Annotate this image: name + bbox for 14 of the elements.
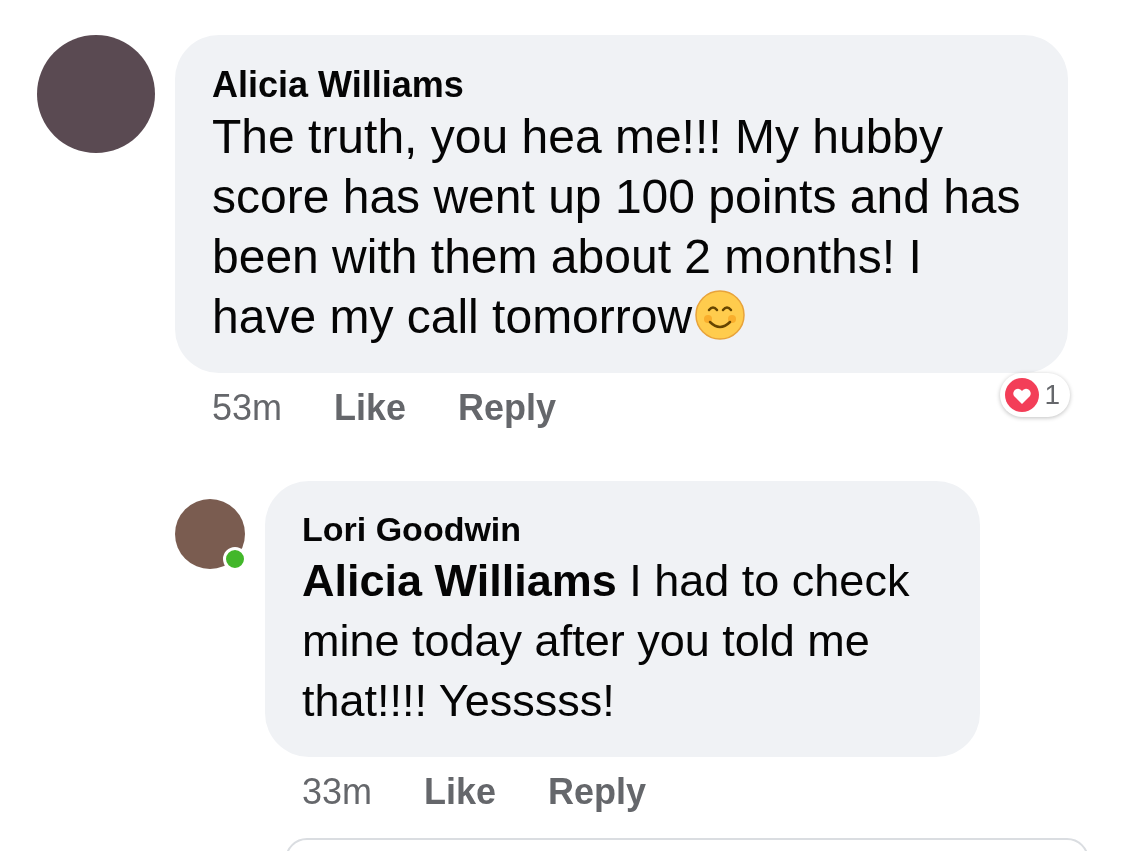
like-link[interactable]: Like bbox=[424, 771, 497, 813]
like-link[interactable]: Like bbox=[334, 387, 407, 429]
reply-link[interactable]: Reply bbox=[548, 771, 647, 813]
smiling-face-icon bbox=[694, 289, 747, 341]
reaction-count[interactable]: 1 bbox=[1000, 373, 1070, 417]
comment-author[interactable]: Lori Goodwin bbox=[302, 507, 944, 551]
reply-link[interactable]: Reply bbox=[458, 387, 557, 429]
comment-time: 33m bbox=[302, 771, 373, 813]
comment-text: The truth, you hea me!!! My hubby score has went up 100 points and has been with them about 2 months! I have my call tomorrow bbox=[212, 109, 1022, 345]
comment-author[interactable]: Alicia Williams bbox=[212, 63, 1030, 107]
heart-reaction-icon bbox=[1004, 377, 1041, 413]
comment-text: Alicia Williams I had to check mine today after you told me that!!!! Yesssss! bbox=[302, 554, 911, 728]
reaction-number: 1 bbox=[1044, 379, 1060, 411]
comment-time: 53m bbox=[212, 387, 283, 429]
